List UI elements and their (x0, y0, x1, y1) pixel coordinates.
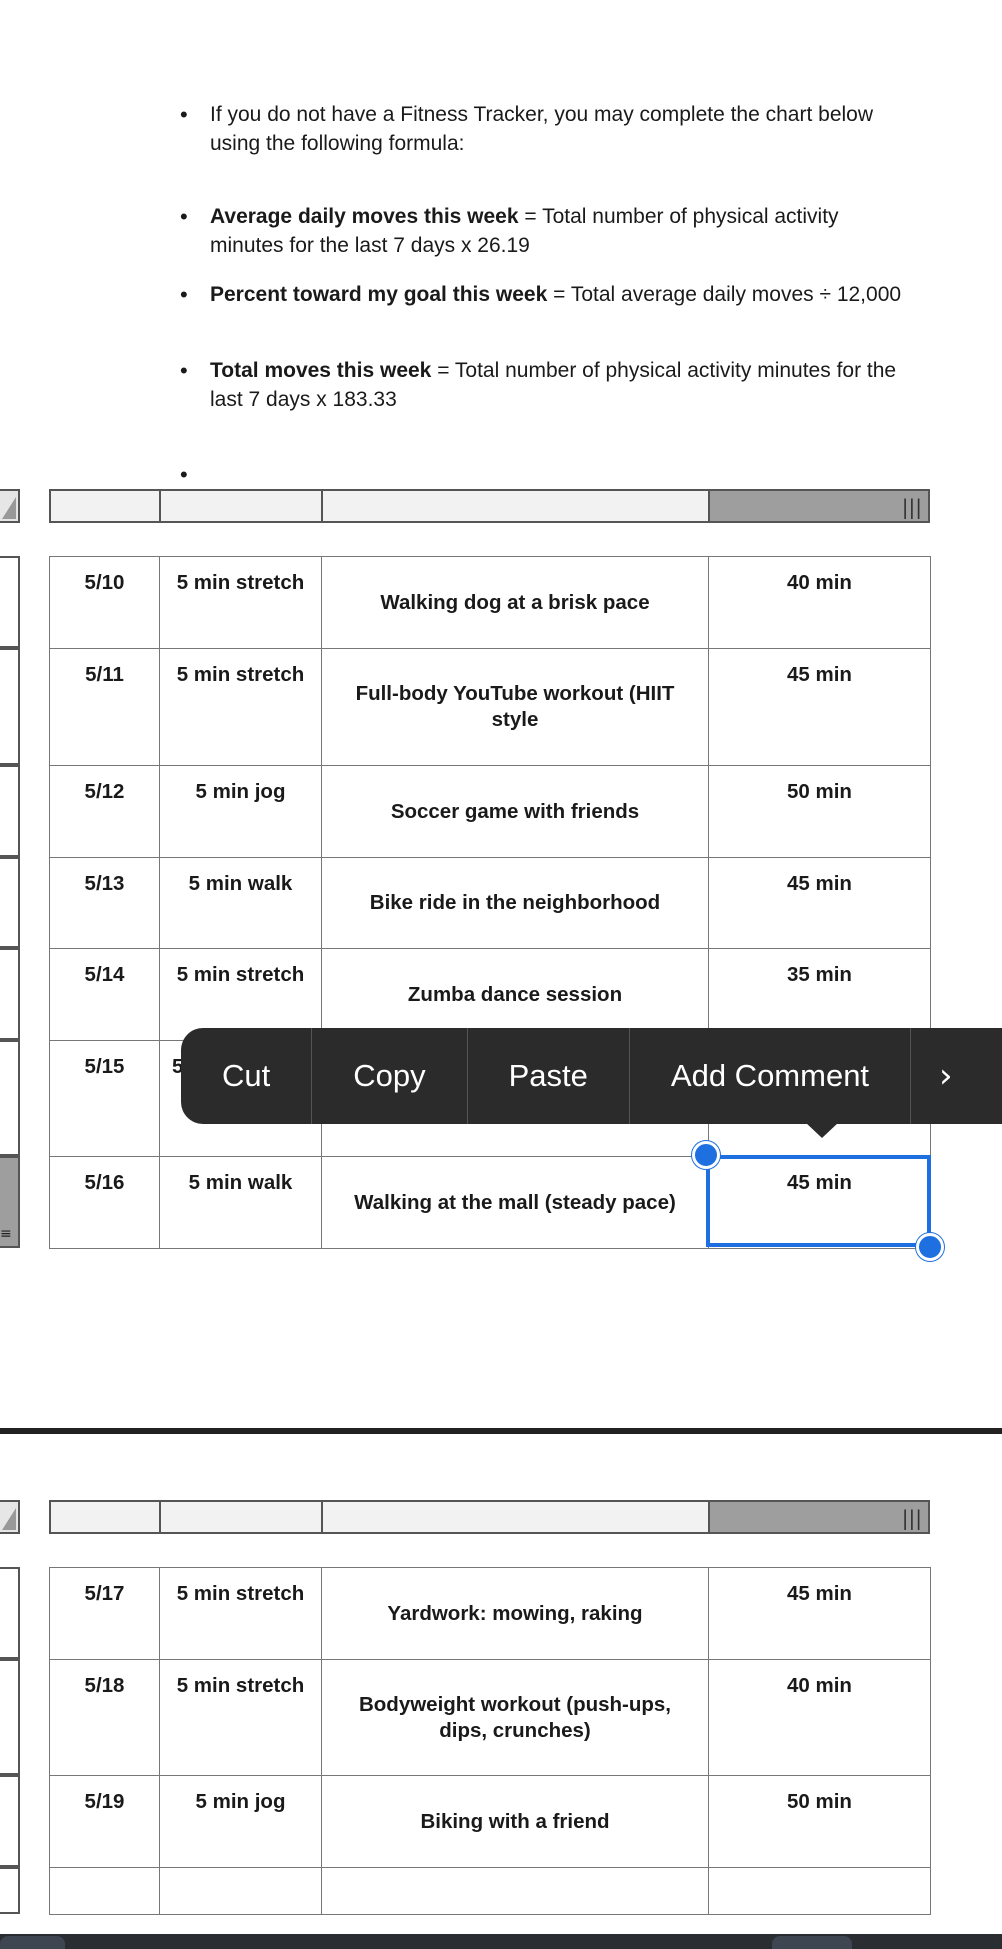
cell-minutes[interactable]: 40 min (708, 556, 931, 649)
cell-warmup[interactable]: 5 min stretch (159, 1659, 322, 1776)
cell-activity[interactable]: Bodyweight workout (push-ups, dips, crun… (321, 1659, 709, 1776)
cell-minutes[interactable]: 35 min (708, 948, 931, 1041)
table-row: 5/14 5 min stretch Zumba dance session 3… (49, 948, 931, 1041)
bullet-percent-toward-goal: Percent toward my goal this week = Total… (180, 280, 910, 309)
cell-minutes[interactable]: 45 min (708, 1567, 931, 1660)
cell-date[interactable]: 5/13 (49, 857, 160, 949)
table-corner-handle[interactable] (0, 1500, 20, 1534)
row-handle[interactable] (0, 556, 20, 648)
bullet-average-daily-moves: Average daily moves this week = Total nu… (180, 202, 910, 260)
toolbar-tab[interactable] (772, 1936, 852, 1949)
page-divider (0, 1428, 1002, 1434)
column-handle-date[interactable] (51, 491, 161, 521)
cell-date[interactable]: 5/14 (49, 948, 160, 1041)
row-handle[interactable] (0, 1567, 20, 1659)
cell-minutes[interactable]: 50 min (708, 1775, 931, 1868)
context-menu-pointer (805, 1122, 839, 1138)
cell-warmup[interactable]: 5 min jog (159, 765, 322, 858)
cell-minutes[interactable]: 40 min (708, 1659, 931, 1776)
row-handle[interactable] (0, 1040, 20, 1156)
menu-item-add-comment[interactable]: Add Comment (630, 1028, 912, 1124)
context-menu: Cut Copy Paste Add Comment › (181, 1028, 1002, 1124)
bottom-toolbar (0, 1934, 1002, 1949)
table-row: 5/17 5 min stretch Yardwork: mowing, rak… (49, 1567, 931, 1660)
row-handle[interactable] (0, 648, 20, 765)
chevron-right-icon[interactable]: › (911, 1028, 981, 1124)
cell-warmup[interactable]: 5 min stretch (159, 1567, 322, 1660)
cell-date[interactable]: 5/10 (49, 556, 160, 649)
cell-date[interactable]: 5/19 (49, 1775, 160, 1868)
column-handle-minutes-selected[interactable]: ||| (710, 491, 928, 521)
row-grip-icon[interactable]: ≡ (0, 1226, 12, 1242)
cell-date[interactable] (49, 1867, 160, 1915)
cell-warmup[interactable]: 5 min stretch (159, 556, 322, 649)
activity-table-next-week: 5/17 5 min stretch Yardwork: mowing, rak… (49, 1567, 931, 1915)
cell-date[interactable]: 5/18 (49, 1659, 160, 1776)
menu-item-copy[interactable]: Copy (312, 1028, 468, 1124)
row-handle[interactable] (0, 857, 20, 948)
selection-start-handle[interactable] (692, 1141, 720, 1169)
cell-activity[interactable]: Soccer game with friends (321, 765, 709, 858)
table-row: 5/11 5 min stretch Full-body YouTube wor… (49, 648, 931, 766)
empty-bullet[interactable]: • (180, 462, 188, 488)
bullet-total-moves: Total moves this week = Total number of … (180, 356, 910, 414)
cell-activity[interactable]: Walking dog at a brisk pace (321, 556, 709, 649)
cell-warmup[interactable] (159, 1867, 322, 1915)
row-handle-selected[interactable]: ≡ (0, 1156, 20, 1248)
cell-minutes[interactable]: 45 min (708, 648, 931, 766)
cell-warmup[interactable]: 5 min stretch (159, 648, 322, 766)
table-row: 5/12 5 min jog Soccer game with friends … (49, 765, 931, 858)
menu-item-paste[interactable]: Paste (468, 1028, 630, 1124)
document-page-1: If you do not have a Fitness Tracker, yo… (0, 0, 1002, 1430)
cell-minutes[interactable] (708, 1867, 931, 1915)
column-handle-activity[interactable] (323, 1502, 710, 1532)
row-handle[interactable] (0, 1659, 20, 1775)
column-header-bar[interactable]: ||| (49, 489, 930, 523)
cell-warmup[interactable]: 5 min jog (159, 1775, 322, 1868)
cell-activity[interactable] (321, 1867, 709, 1915)
cell-activity[interactable]: Biking with a friend (321, 1775, 709, 1868)
table-row: 5/18 5 min stretch Bodyweight workout (p… (49, 1659, 931, 1776)
toolbar-tab[interactable] (0, 1936, 65, 1949)
cell-activity[interactable]: Full-body YouTube workout (HIIT style (321, 648, 709, 766)
table-row (49, 1867, 931, 1915)
column-handle-date[interactable] (51, 1502, 161, 1532)
row-handle[interactable] (0, 765, 20, 857)
column-header-bar[interactable]: ||| (49, 1500, 930, 1534)
row-handle[interactable] (0, 1775, 20, 1867)
activity-table-week: 5/10 5 min stretch Walking dog at a bris… (49, 556, 931, 1249)
cell-warmup[interactable]: 5 min walk (159, 1156, 322, 1249)
cell-date[interactable]: 5/15 (49, 1040, 160, 1157)
column-handle-warmup[interactable] (161, 1502, 323, 1532)
cell-minutes[interactable]: 50 min (708, 765, 931, 858)
row-handle[interactable] (0, 948, 20, 1040)
cell-warmup[interactable]: 5 min stretch (159, 948, 322, 1041)
bullet-intro: If you do not have a Fitness Tracker, yo… (180, 100, 910, 158)
cell-date[interactable]: 5/11 (49, 648, 160, 766)
cell-warmup[interactable]: 5 min walk (159, 857, 322, 949)
column-grip-icon[interactable]: ||| (902, 1506, 922, 1530)
table-row: 5/13 5 min walk Bike ride in the neighbo… (49, 857, 931, 949)
cell-date[interactable]: 5/16 (49, 1156, 160, 1249)
cell-activity[interactable]: Yardwork: mowing, raking (321, 1567, 709, 1660)
column-handle-warmup[interactable] (161, 491, 323, 521)
cell-activity[interactable]: Zumba dance session (321, 948, 709, 1041)
selection-end-handle[interactable] (916, 1233, 944, 1261)
table-row: 5/10 5 min stretch Walking dog at a bris… (49, 556, 931, 649)
cell-activity[interactable]: Bike ride in the neighborhood (321, 857, 709, 949)
cell-minutes[interactable]: 45 min (708, 857, 931, 949)
table-corner-handle[interactable] (0, 489, 20, 523)
column-handle-minutes-selected[interactable]: ||| (710, 1502, 928, 1532)
cell-date[interactable]: 5/12 (49, 765, 160, 858)
cell-activity[interactable]: Walking at the mall (steady pace) (321, 1156, 709, 1249)
column-handle-activity[interactable] (323, 491, 710, 521)
cell-selection-outline (706, 1155, 931, 1247)
menu-item-cut[interactable]: Cut (181, 1028, 313, 1124)
cell-date[interactable]: 5/17 (49, 1567, 160, 1660)
column-grip-icon[interactable]: ||| (902, 495, 922, 519)
table-row: 5/19 5 min jog Biking with a friend 50 m… (49, 1775, 931, 1868)
row-handle[interactable] (0, 1867, 20, 1914)
